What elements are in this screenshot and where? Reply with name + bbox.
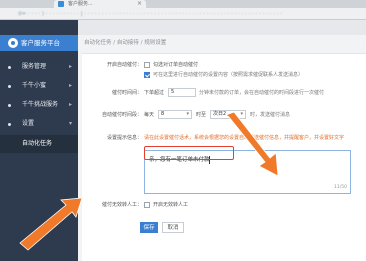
annotation-arrows xyxy=(19,111,279,251)
arrow-to-save-button xyxy=(19,197,83,251)
arrow-to-textarea xyxy=(225,111,279,177)
